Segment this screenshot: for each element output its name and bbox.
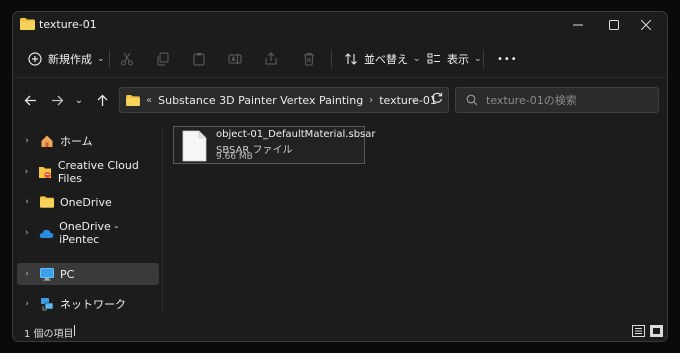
creative-cloud-folder-icon [38,164,53,180]
navigation-row: ⌄ « Substance 3D Painter Vertex Painting… [13,86,667,114]
sidebar-item-label: OneDrive - iPentec [59,220,119,246]
breadcrumb-item[interactable]: Substance 3D Painter Vertex Painting [158,94,363,107]
delete-button[interactable] [301,48,317,70]
copy-button[interactable] [155,48,171,70]
new-button[interactable]: 新規作成 ⌄ [27,48,105,70]
chevron-right-icon[interactable]: › [19,228,35,238]
search-box[interactable]: texture-01の検索 [455,87,659,113]
back-button[interactable] [19,89,41,111]
plus-circle-icon [27,51,43,67]
status-bar: 1 個の項目 [13,320,667,341]
divider [331,50,332,68]
up-button[interactable] [91,89,113,111]
tiles-view-button[interactable] [649,323,664,338]
chevron-right-icon[interactable]: › [19,269,35,279]
copy-icon [155,51,171,67]
file-size: 9.66 MB [216,152,253,162]
chevron-down-icon: ⌄ [74,94,84,106]
view-button[interactable]: 表示 ⌄ [426,48,482,70]
recent-locations-button[interactable]: ⌄ [68,89,90,111]
address-bar[interactable]: « Substance 3D Painter Vertex Painting ›… [119,87,449,113]
chevron-down-icon: ⌄ [97,54,105,64]
status-divider [74,325,75,336]
details-view-icon [632,324,645,337]
sort-button[interactable]: 並べ替え ⌄ [343,48,421,70]
share-icon [263,51,279,67]
paste-button[interactable] [191,48,207,70]
cloud-icon [39,225,55,241]
arrow-right-icon [51,95,63,105]
sidebar-item-creative-cloud[interactable]: › Creative Cloud Files [17,159,159,185]
network-icon [39,296,55,312]
rename-icon [227,51,243,67]
close-button[interactable] [623,12,667,38]
sidebar-item-label: ネットワーク [60,298,126,311]
arrow-up-icon [97,94,107,106]
sidebar-item-label: Creative Cloud Files [57,159,139,185]
minimize-icon [573,24,583,26]
tiles-view-icon [650,324,663,337]
address-dropdown-button[interactable]: ⌄ [410,94,418,105]
close-icon [641,20,651,30]
trash-icon [301,51,317,67]
folder-icon [20,18,35,30]
new-label: 新規作成 [48,53,92,66]
file-item[interactable]: object-01_DefaultMaterial.sbsar SBSAR ファ… [173,126,376,164]
view-label: 表示 [447,53,469,66]
document-icon [182,130,207,162]
chevron-down-icon: ⌄ [474,54,482,64]
sidebar-item-onedrive-ipentec[interactable]: › OneDrive - iPentec [17,220,159,246]
home-icon [39,133,55,149]
title-bar: texture-01 [13,12,667,38]
refresh-icon [432,92,443,103]
sort-icon [343,51,359,67]
divider [483,50,484,68]
explorer-window: texture-01 新規作成 ⌄ 並べ替え ⌄ 表示 ⌄ ••• ⌄ « Su… [12,11,668,342]
navigation-pane: › ホーム › Creative Cloud Files › OneDrive … [13,124,163,316]
clipboard-icon [191,51,207,67]
chevron-right-icon[interactable]: › [19,167,34,177]
sidebar-item-home[interactable]: › ホーム [17,130,159,152]
search-placeholder: texture-01の検索 [486,94,577,107]
maximize-icon [609,20,619,30]
window-title: texture-01 [39,18,97,31]
folder-icon [39,194,55,210]
chevron-right-icon[interactable]: › [369,95,373,106]
more-icon: ••• [497,53,518,65]
sidebar-item-network[interactable]: › ネットワーク [17,293,159,315]
sidebar-item-onedrive[interactable]: › OneDrive [17,191,159,213]
cut-button[interactable] [119,48,135,70]
pc-icon [39,266,55,282]
chevron-right-icon[interactable]: › [19,197,35,207]
sidebar-item-pc[interactable]: › PC [17,263,159,285]
more-button[interactable]: ••• [497,48,518,70]
divider [109,50,110,68]
view-icon [426,51,442,67]
folder-icon [126,94,140,106]
share-button[interactable] [263,48,279,70]
sidebar-item-label: ホーム [60,135,93,148]
search-icon [466,94,478,106]
refresh-button[interactable] [431,92,443,107]
sidebar-item-label: OneDrive [60,195,112,209]
command-bar: 新規作成 ⌄ 並べ替え ⌄ 表示 ⌄ ••• [13,40,667,78]
chevron-down-icon: ⌄ [413,54,421,64]
chevron-right-icon[interactable]: › [19,299,35,309]
breadcrumb-item[interactable]: texture-01 [379,94,437,107]
rename-button[interactable] [227,48,243,70]
item-count: 1 個の項目 [24,329,74,340]
arrow-left-icon [24,95,36,105]
details-view-button[interactable] [631,323,646,338]
overflow-crumb[interactable]: « [146,95,152,106]
file-name: object-01_DefaultMaterial.sbsar [216,129,376,140]
scissors-icon [119,51,135,67]
chevron-right-icon[interactable]: › [19,136,35,146]
sort-label: 並べ替え [364,53,408,66]
sidebar-item-label: PC [60,267,75,281]
forward-button[interactable] [46,89,68,111]
